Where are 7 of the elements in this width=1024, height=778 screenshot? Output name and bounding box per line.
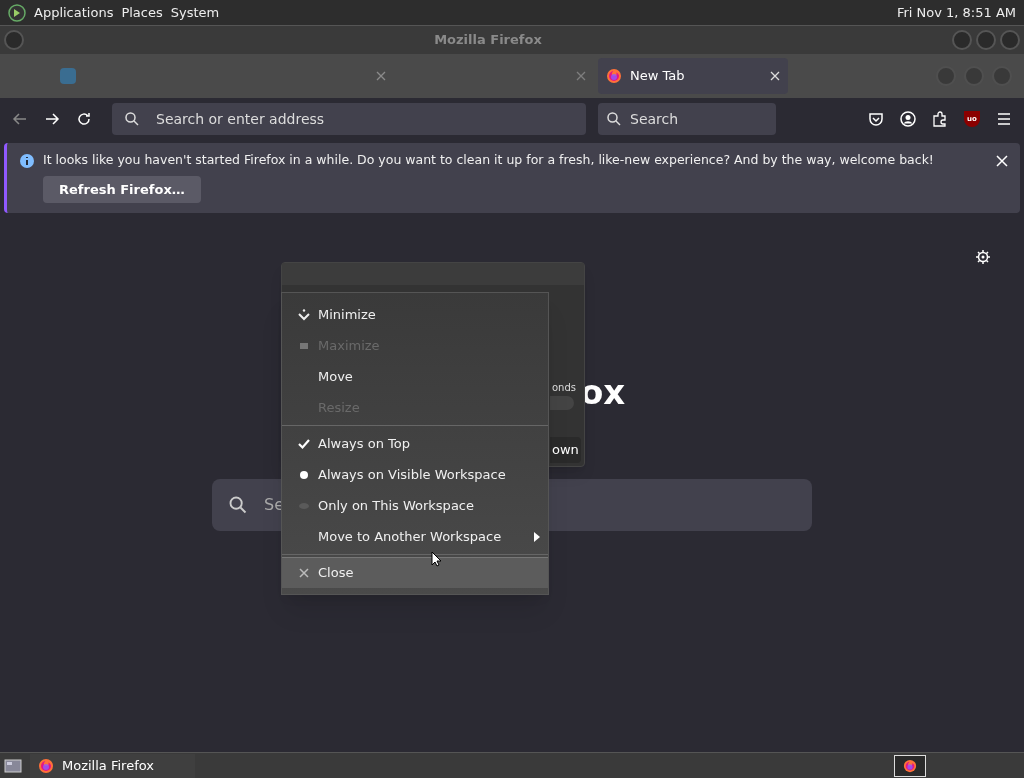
window-title: Mozilla Firefox	[434, 31, 542, 50]
notification-message: It looks like you haven't started Firefox in a while. Do you want to clean it up for a fresh, like-new experience? And by the way, welcome back!	[43, 151, 934, 169]
dialog-label: onds	[552, 381, 576, 395]
clock: Fri Nov 1, 8:51 AM	[896, 3, 1016, 22]
address-placeholder: Search or enter address	[156, 109, 325, 129]
tab-title: New Tab	[630, 67, 686, 86]
search-placeholder: Search	[630, 109, 679, 129]
